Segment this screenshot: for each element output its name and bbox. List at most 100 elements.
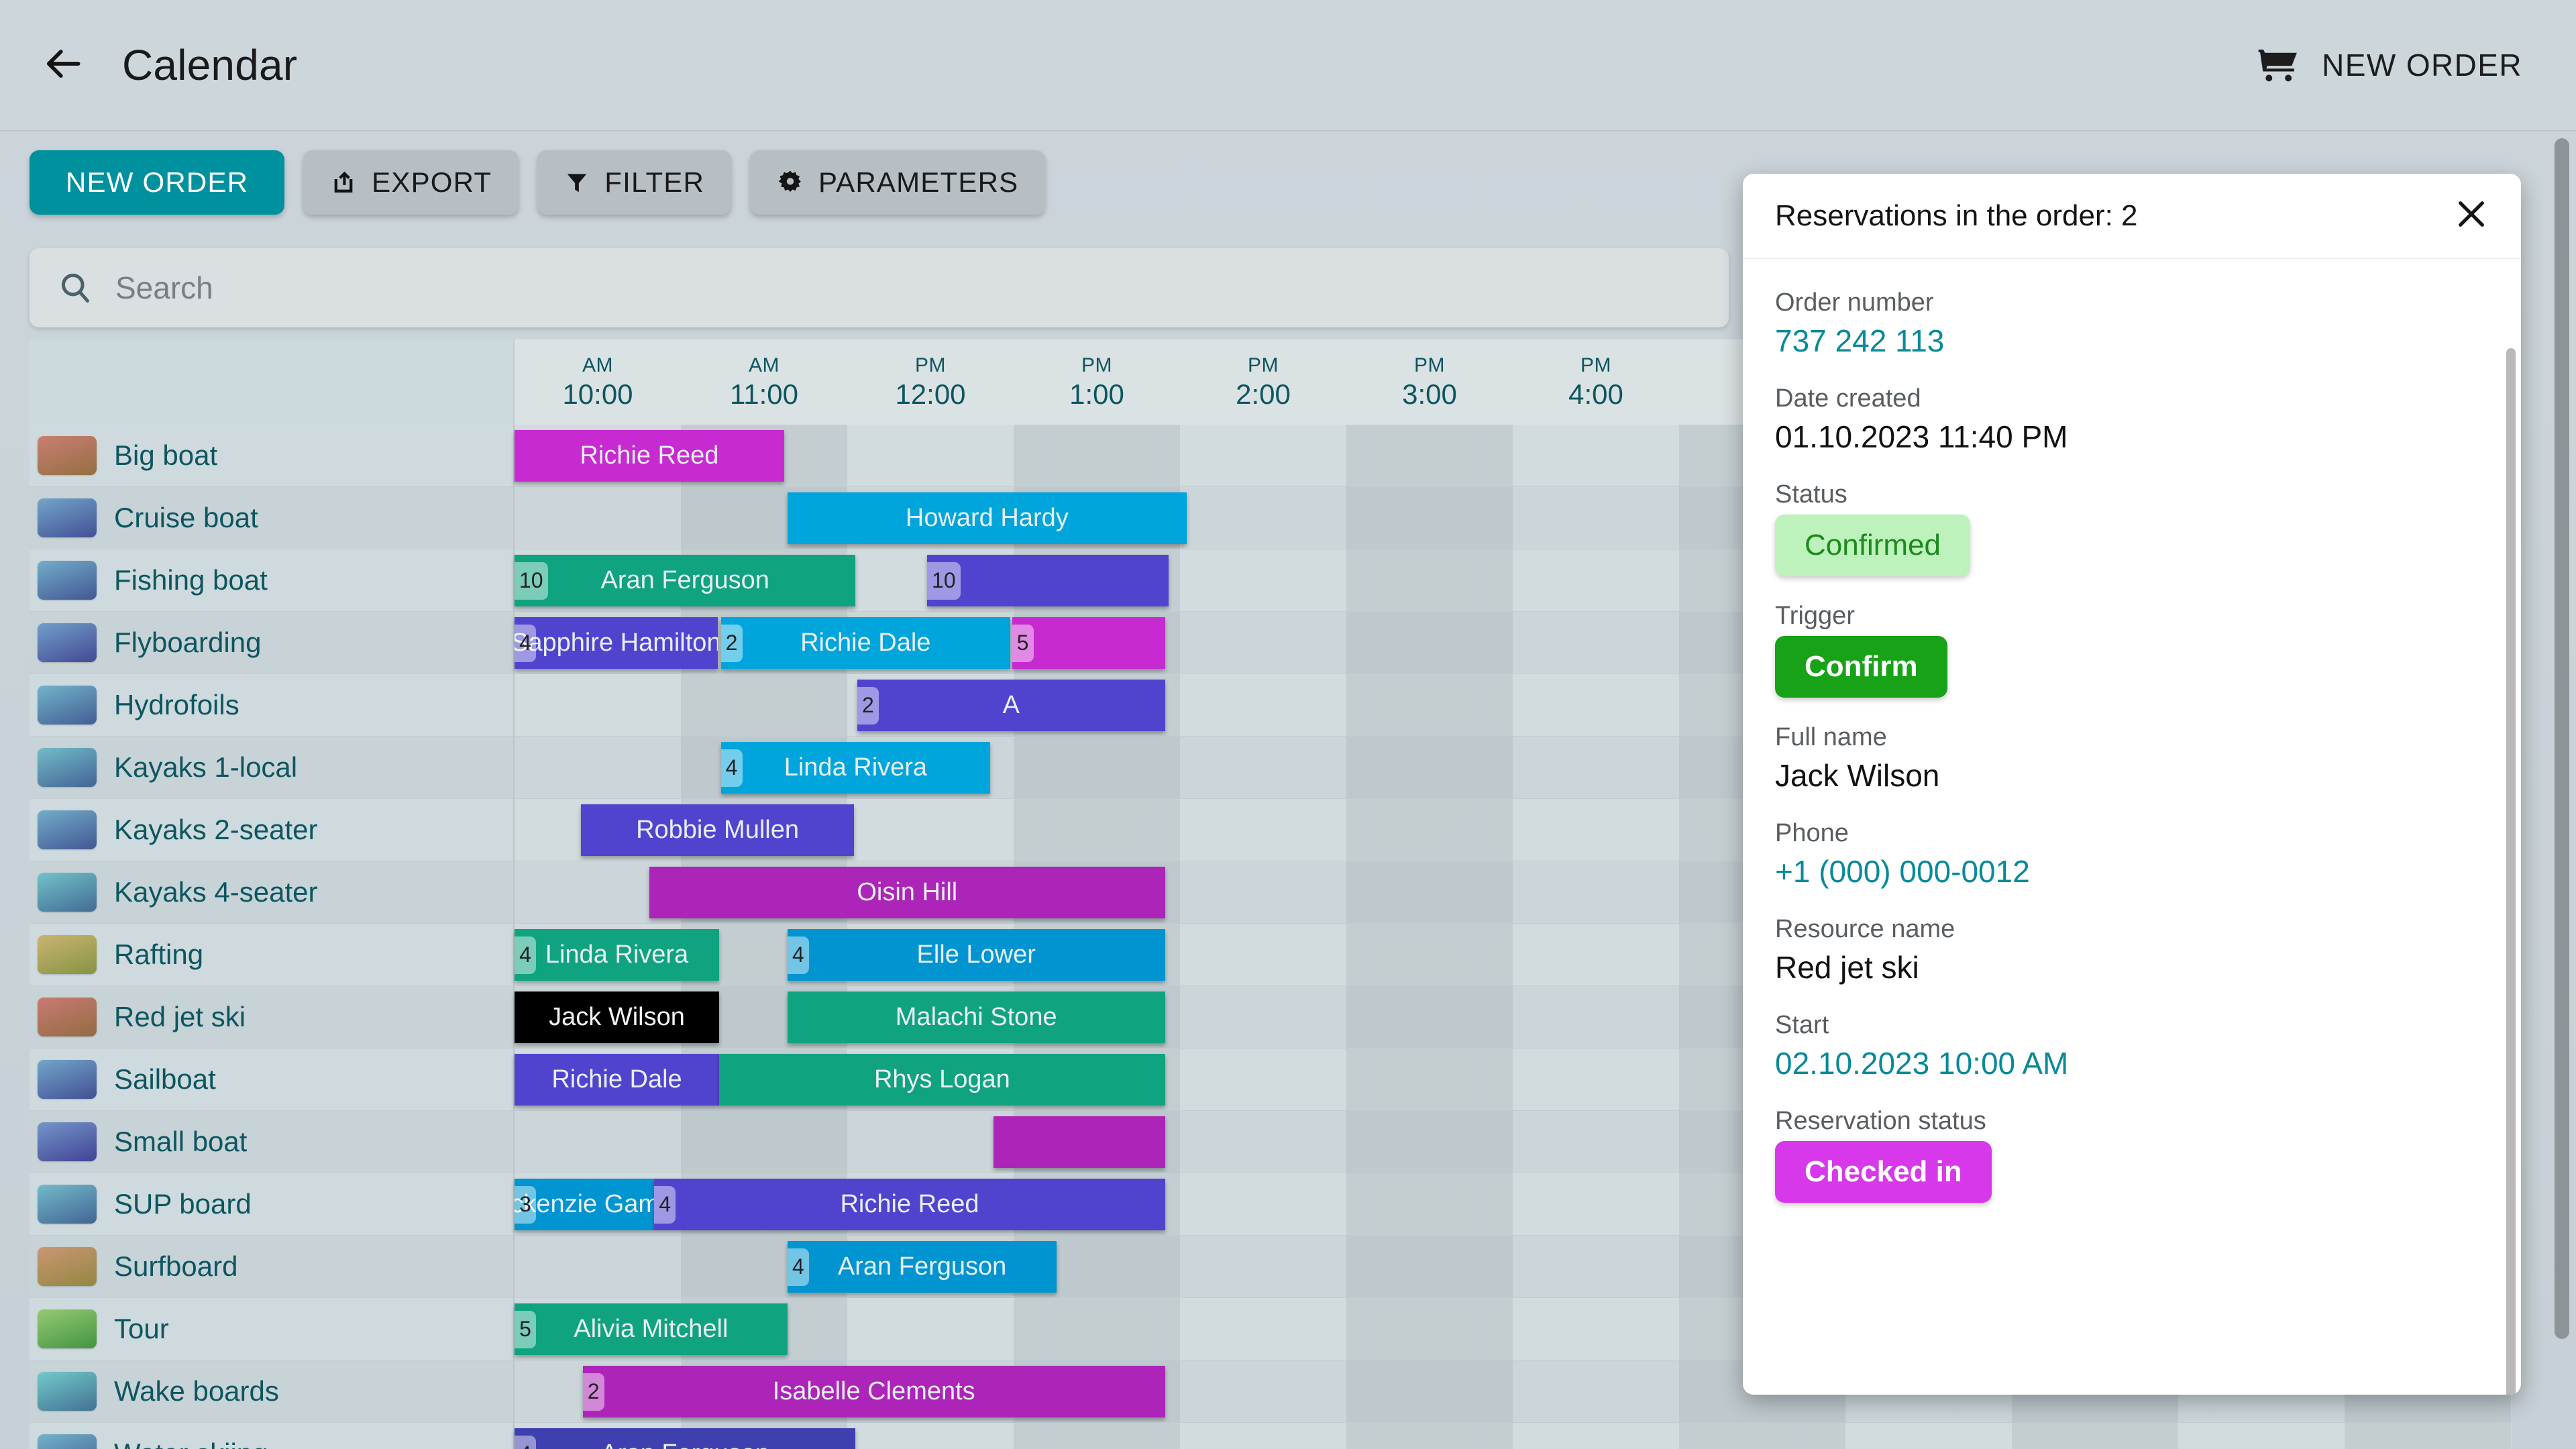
reservation-status-badge[interactable]: Checked in xyxy=(1775,1141,1992,1203)
time-hour: 3:00 xyxy=(1402,378,1457,411)
calendar-app: Calendar NEW ORDER NEW ORDER EXPOR xyxy=(0,0,2576,1449)
panel-scrollbar[interactable] xyxy=(2506,348,2516,1395)
start-label: Start xyxy=(1775,1011,2489,1040)
resource-label-cell[interactable]: Fishing boat xyxy=(30,549,515,611)
booking-bar[interactable]: Howard Hardy xyxy=(788,492,1187,544)
time-ampm: PM xyxy=(1580,354,1611,377)
booking-label: Linda Rivera xyxy=(775,753,936,782)
resource-label-cell[interactable]: Red jet ski xyxy=(30,986,515,1048)
resource-name: SUP board xyxy=(114,1188,252,1220)
booking-bar[interactable]: 4Sapphire Hamilton xyxy=(515,617,718,669)
resource-label-cell[interactable]: Surfboard xyxy=(30,1236,515,1297)
booking-quantity: 10 xyxy=(515,562,548,600)
booking-quantity: 5 xyxy=(515,1311,536,1348)
booking-bar[interactable]: 4Richie Reed xyxy=(654,1179,1165,1230)
filter-button[interactable]: FILTER xyxy=(537,150,731,215)
booking-bar[interactable]: 4 Elle Lower xyxy=(788,929,1165,981)
resource-label-cell[interactable]: Flyboarding xyxy=(30,612,515,674)
parameters-button-label: PARAMETERS xyxy=(818,166,1018,199)
field-start: Start 02.10.2023 10:00 AM xyxy=(1775,1011,2489,1081)
search-input[interactable] xyxy=(115,270,1591,306)
resource-name: Big boat xyxy=(114,439,217,472)
sup-board-thumbnail xyxy=(38,1185,97,1224)
booking-quantity: 4 xyxy=(788,936,809,974)
resource-label-cell[interactable]: Kayaks 2-seater xyxy=(30,799,515,861)
resource-name: Red jet ski xyxy=(114,1001,246,1033)
back-button[interactable] xyxy=(39,40,90,91)
booking-bar[interactable]: Rhys Logan xyxy=(719,1054,1165,1106)
time-hour: 10:00 xyxy=(562,378,633,411)
resource-name: Cruise boat xyxy=(114,502,258,534)
booking-bar[interactable] xyxy=(994,1116,1165,1168)
time-hour: 4:00 xyxy=(1568,378,1623,411)
booking-label: Howard Hardy xyxy=(896,504,1078,533)
booking-bar[interactable]: Oisin Hill xyxy=(649,867,1165,918)
calendar-lane[interactable]: 4Aran Ferguson xyxy=(515,1423,2512,1449)
field-status: Status Confirmed xyxy=(1775,480,2489,576)
resource-name: Wake boards xyxy=(114,1375,279,1407)
close-button[interactable] xyxy=(2450,195,2493,237)
full-name-label: Full name xyxy=(1775,723,2489,752)
booking-bar[interactable]: Malachi Stone xyxy=(788,991,1165,1043)
search-bar[interactable] xyxy=(30,248,1729,327)
resource-label-cell[interactable]: Kayaks 1-local xyxy=(30,737,515,798)
resource-label-cell[interactable]: Tour xyxy=(30,1298,515,1360)
resource-label-cell[interactable]: Hydrofoils xyxy=(30,674,515,736)
new-order-header-button[interactable]: NEW ORDER xyxy=(2257,47,2522,83)
booking-bar[interactable]: 4Linda Rivera xyxy=(515,929,719,981)
booking-bar[interactable]: 4 Linda Rivera xyxy=(721,742,991,794)
resource-label-cell[interactable]: Cruise boat xyxy=(30,487,515,549)
panel-body: Order number 737 242 113 Date created 01… xyxy=(1743,259,2521,1395)
resource-label-cell[interactable]: Wake boards xyxy=(30,1360,515,1422)
phone-value[interactable]: +1 (000) 000-0012 xyxy=(1775,853,2489,890)
booking-bar[interactable]: 10 xyxy=(927,555,1169,606)
page-scrollbar[interactable] xyxy=(2555,138,2569,1339)
resource-name: Water skiing xyxy=(114,1438,268,1449)
booking-label: Robbie Mullen xyxy=(627,816,808,845)
booking-bar[interactable]: 10Aran Ferguson xyxy=(515,555,855,606)
search-icon xyxy=(58,270,93,305)
resource-name: Tour xyxy=(114,1313,169,1345)
app-bar: Calendar NEW ORDER xyxy=(0,0,2576,131)
booking-bar[interactable]: Robbie Mullen xyxy=(581,804,854,856)
booking-quantity: 2 xyxy=(583,1373,604,1411)
resource-label-cell[interactable]: Big boat xyxy=(30,425,515,486)
resource-name: Sailboat xyxy=(114,1063,216,1095)
time-hour: 1:00 xyxy=(1069,378,1124,411)
date-created-label: Date created xyxy=(1775,384,2489,413)
booking-bar[interactable]: Jack Wilson xyxy=(515,991,719,1043)
calendar-corner-cell xyxy=(30,339,515,425)
booking-bar[interactable]: Richie Dale xyxy=(515,1054,719,1106)
parameters-button[interactable]: PARAMETERS xyxy=(750,150,1045,215)
booking-bar[interactable]: 4Aran Ferguson xyxy=(788,1241,1057,1293)
resource-label-cell[interactable]: SUP board xyxy=(30,1173,515,1235)
field-order-number: Order number 737 242 113 xyxy=(1775,288,2489,359)
new-order-button[interactable]: NEW ORDER xyxy=(30,150,284,215)
booking-bar[interactable]: 2Isabelle Clements xyxy=(583,1366,1165,1417)
confirm-button[interactable]: Confirm xyxy=(1775,636,1947,698)
booking-bar[interactable]: 5 xyxy=(1012,617,1165,669)
field-trigger: Trigger Confirm xyxy=(1775,602,2489,698)
resource-name-value: Red jet ski xyxy=(1775,949,2489,985)
booking-quantity: 4 xyxy=(721,749,743,787)
booking-bar[interactable]: Richie Reed xyxy=(515,430,784,482)
export-button[interactable]: EXPORT xyxy=(303,150,519,215)
booking-bar[interactable]: 2Richie Dale xyxy=(721,617,1011,669)
resource-label-cell[interactable]: Kayaks 4-seater xyxy=(30,861,515,923)
booking-bar[interactable]: 5Alivia Mitchell xyxy=(515,1303,788,1355)
resource-label-cell[interactable]: Small boat xyxy=(30,1111,515,1173)
order-number-value[interactable]: 737 242 113 xyxy=(1775,323,2489,359)
date-created-value: 01.10.2023 11:40 PM xyxy=(1775,419,2489,455)
field-resource-name: Resource name Red jet ski xyxy=(1775,915,2489,985)
resource-label-cell[interactable]: Sailboat xyxy=(30,1049,515,1110)
kayak-2-seater-thumbnail xyxy=(38,810,97,849)
booking-bar[interactable]: 4Aran Ferguson xyxy=(515,1428,855,1449)
resource-label-cell[interactable]: Rafting xyxy=(30,924,515,985)
booking-label: Elle Lower xyxy=(907,941,1044,969)
time-ampm: PM xyxy=(1414,354,1445,377)
resource-name: Rafting xyxy=(114,938,203,971)
resource-label-cell[interactable]: Water skiing xyxy=(30,1423,515,1449)
booking-bar[interactable]: 2A xyxy=(857,680,1165,731)
booking-bar[interactable]: 3Mackenzie Gamble xyxy=(515,1179,654,1230)
booking-label: Sapphire Hamilton xyxy=(515,629,718,657)
